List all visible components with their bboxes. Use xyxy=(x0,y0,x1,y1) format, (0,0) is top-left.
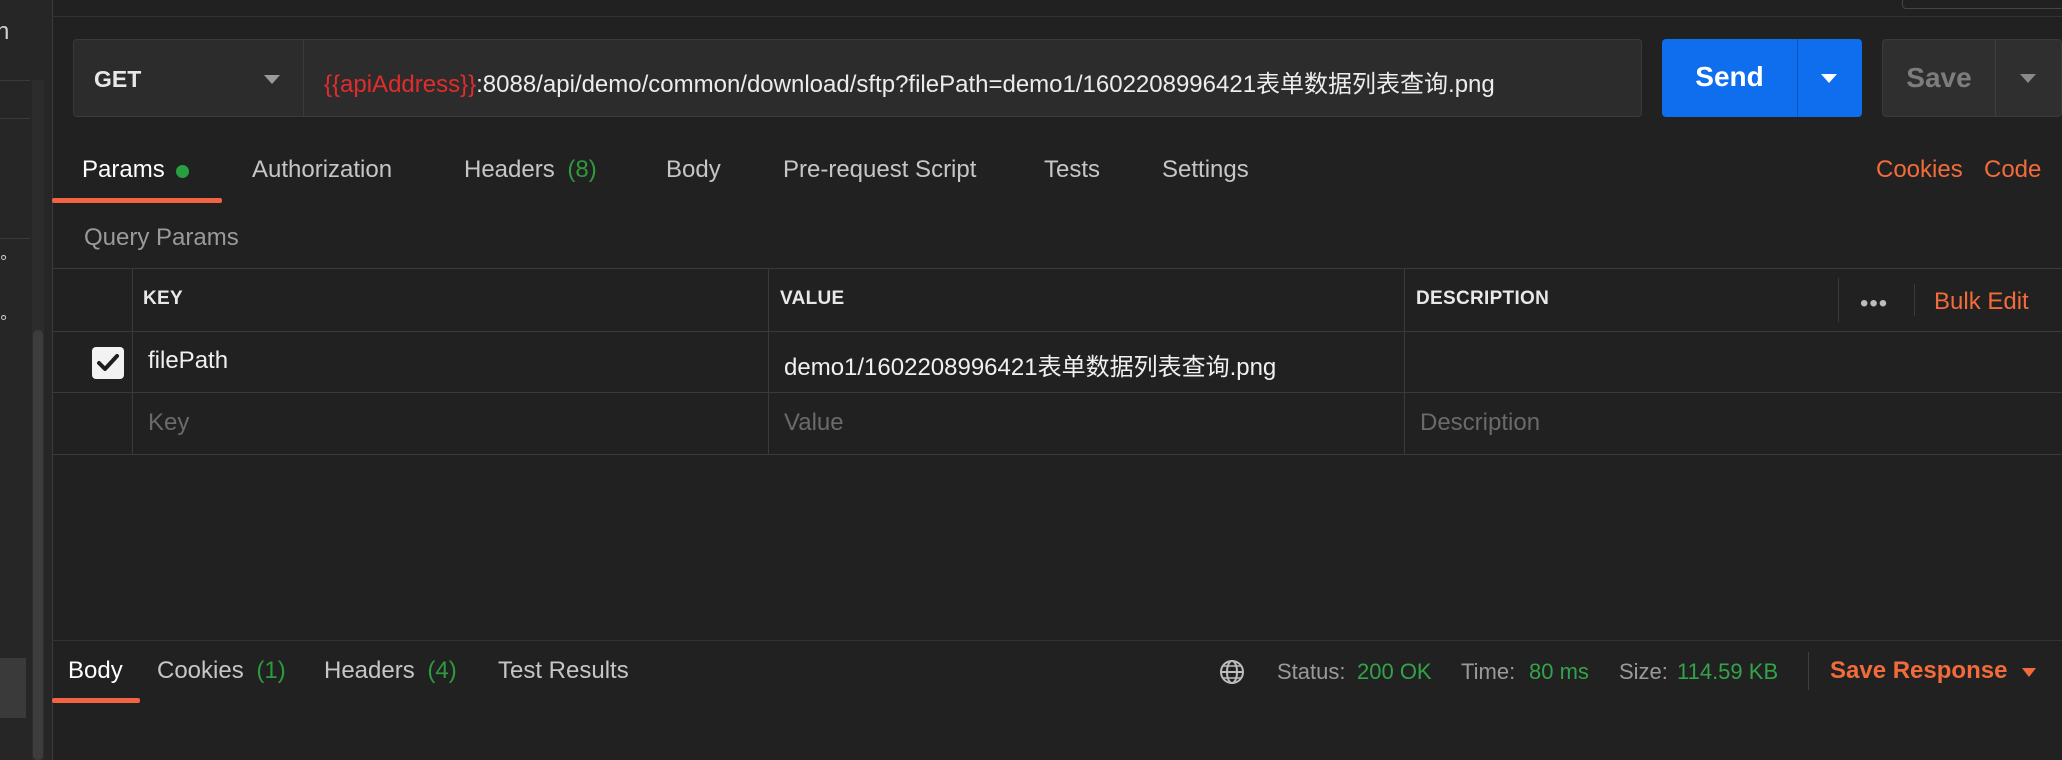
sidebar: n ° ° xyxy=(0,0,53,760)
send-label: Send xyxy=(1695,61,1764,92)
sidebar-text-fragment: ° xyxy=(0,252,8,272)
url-variable: {{apiAddress}} xyxy=(324,71,477,98)
status-value[interactable]: 200 OK xyxy=(1357,659,1432,685)
sidebar-selected-item[interactable] xyxy=(0,658,26,718)
top-tab-fragment[interactable] xyxy=(1902,0,2062,9)
checkmark-icon xyxy=(97,354,119,371)
tab-settings[interactable]: Settings xyxy=(1162,156,1249,184)
sidebar-divider xyxy=(0,118,30,119)
send-button[interactable]: Send xyxy=(1662,39,1862,117)
size-value[interactable]: 114.59 KB xyxy=(1677,659,1778,685)
size-label: Size: xyxy=(1619,659,1668,684)
column-header-value: VALUE xyxy=(780,288,845,309)
table-col-divider xyxy=(132,268,133,454)
response-tab-headers-label: Headers xyxy=(324,657,415,684)
tab-params-underline xyxy=(52,198,222,203)
response-tab-cookies-label: Cookies xyxy=(157,657,244,684)
table-border-top xyxy=(52,268,2062,269)
table-col-divider xyxy=(1404,268,1405,454)
column-header-description: DESCRIPTION xyxy=(1416,288,1550,309)
response-tab-cookies[interactable]: Cookies (1) xyxy=(157,657,286,685)
query-params-title: Query Params xyxy=(84,224,239,251)
response-tab-headers[interactable]: Headers (4) xyxy=(324,657,457,685)
param-value-cell[interactable]: demo1/1602208996421表单数据列表查询.png xyxy=(784,347,1276,382)
new-key-input[interactable]: Key xyxy=(148,409,189,437)
response-tab-body[interactable]: Body xyxy=(68,657,123,685)
table-header-divider xyxy=(1838,278,1839,322)
send-options-caret-icon[interactable] xyxy=(1821,74,1837,83)
tab-headers-count: (8) xyxy=(567,156,597,183)
save-button[interactable]: Save xyxy=(1882,39,2062,117)
tab-headers[interactable]: Headers (8) xyxy=(464,156,597,184)
more-options-icon[interactable]: ••• xyxy=(1860,290,1888,318)
save-divider xyxy=(1995,40,1996,116)
status-label: Status: xyxy=(1277,659,1346,684)
time-label: Time: xyxy=(1461,659,1516,684)
send-divider xyxy=(1797,39,1798,117)
response-tab-cookies-count: (1) xyxy=(256,657,286,684)
save-label: Save xyxy=(1906,62,1972,93)
globe-icon[interactable] xyxy=(1218,658,1246,686)
save-response-caret-icon[interactable] xyxy=(2022,668,2036,677)
save-response-button[interactable]: Save Response xyxy=(1830,657,2007,685)
response-divider xyxy=(52,640,2062,641)
method-select[interactable]: GET xyxy=(73,39,303,117)
response-tab-body-underline xyxy=(52,698,140,703)
table-col-divider xyxy=(768,268,769,454)
sidebar-divider xyxy=(0,238,30,239)
response-tab-headers-count: (4) xyxy=(427,657,457,684)
table-header-divider xyxy=(1914,284,1915,316)
param-enabled-checkbox[interactable] xyxy=(92,347,124,379)
save-options-caret-icon[interactable] xyxy=(2020,74,2036,83)
tab-params[interactable]: Params xyxy=(82,156,165,184)
response-tab-test-results[interactable]: Test Results xyxy=(498,657,629,685)
tab-tests[interactable]: Tests xyxy=(1044,156,1100,184)
bulk-edit-link[interactable]: Bulk Edit xyxy=(1934,288,2029,316)
tab-pre-request-script[interactable]: Pre-request Script xyxy=(783,156,976,184)
sidebar-scrollbar-thumb[interactable] xyxy=(33,330,43,760)
new-value-input[interactable]: Value xyxy=(784,409,844,437)
new-description-input[interactable]: Description xyxy=(1420,409,1540,437)
params-active-dot-icon xyxy=(176,165,189,178)
code-link[interactable]: Code xyxy=(1984,156,2041,184)
top-divider xyxy=(52,16,2062,17)
response-separator xyxy=(1808,652,1809,690)
url-path: :8088/api/demo/common/download/sftp?file… xyxy=(476,71,1495,98)
sidebar-divider xyxy=(0,80,30,81)
column-header-key: KEY xyxy=(143,288,183,309)
sidebar-text-fragment: n xyxy=(0,18,10,45)
tab-headers-label: Headers xyxy=(464,156,555,183)
caret-down-icon xyxy=(264,75,280,84)
method-label: GET xyxy=(94,66,142,92)
url-input[interactable]: {{apiAddress}}:8088/api/demo/common/down… xyxy=(303,39,1642,117)
sidebar-text-fragment: ° xyxy=(0,312,8,332)
table-row-divider xyxy=(52,331,2062,332)
cookies-link[interactable]: Cookies xyxy=(1876,156,1963,184)
param-key-cell[interactable]: filePath xyxy=(148,347,228,375)
tab-body[interactable]: Body xyxy=(666,156,721,184)
tab-params-label: Params xyxy=(82,156,165,183)
tab-authorization[interactable]: Authorization xyxy=(252,156,392,184)
table-row-divider xyxy=(52,392,2062,393)
time-value[interactable]: 80 ms xyxy=(1529,659,1589,685)
table-border-bottom xyxy=(52,454,2062,455)
url-text: {{apiAddress}}:8088/api/demo/common/down… xyxy=(324,64,1495,99)
